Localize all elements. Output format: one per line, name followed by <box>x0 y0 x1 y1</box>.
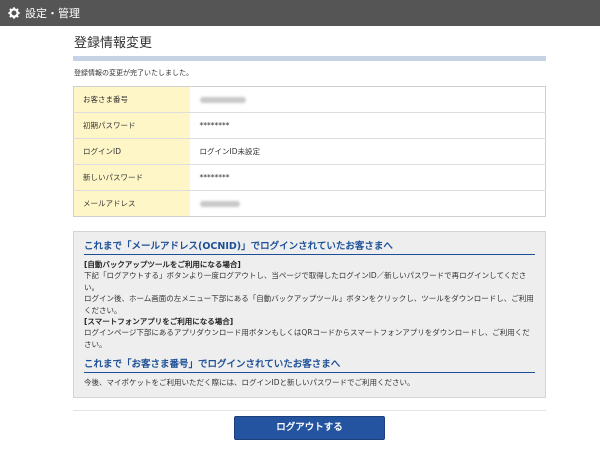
row-label-login-id: ログインID <box>73 138 190 165</box>
help-text-smartphone: ログインページ下部にあるアプリダウンロード用ボタンもしくはQRコードからスマート… <box>84 328 530 349</box>
table-row: ログインID ログインID未設定 <box>73 138 546 165</box>
help-heading-ocnid: これまで「メールアドレス(OCNID)」でログインされていたお客さまへ <box>84 238 535 255</box>
row-label-email: メールアドレス <box>73 190 190 217</box>
table-row: 新しいパスワード ******** <box>73 164 546 191</box>
help-heading-customer-number: これまで「お客さま番号」でログインされていたお客さまへ <box>84 356 535 373</box>
row-value-customer-number <box>189 86 546 113</box>
row-value-login-id: ログインID未設定 <box>189 138 546 165</box>
table-row: メールアドレス <box>73 190 546 217</box>
main-content: 登録情報変更 登録情報の変更が完了いたしました。 お客さま番号 初期パスワード … <box>73 32 546 411</box>
row-label-customer-number: お客さま番号 <box>73 86 190 113</box>
table-row: お客さま番号 <box>73 86 546 113</box>
row-value-email <box>190 191 546 217</box>
top-bar-title: 設定・管理 <box>25 7 80 20</box>
help-text-relogin: 下記「ログアウトする」ボタンより一度ログアウトし、当ページで取得したログインID… <box>84 271 527 292</box>
row-label-initial-password: 初期パスワード <box>73 112 190 139</box>
title-divider <box>73 56 546 61</box>
help-subheading-backup: [自動バックアップツールをご利用になる場合] <box>84 260 241 269</box>
gear-icon <box>8 7 20 19</box>
top-bar: 設定・管理 <box>0 0 600 26</box>
row-value-new-password: ******** <box>189 164 546 191</box>
row-label-new-password: 新しいパスワード <box>73 164 190 191</box>
help-text-future-login: 今後、マイポケットをご利用いただく際には、ログインIDと新しいパスワードでご利用… <box>84 378 415 387</box>
section-divider <box>73 409 546 411</box>
masked-value <box>199 201 240 207</box>
completion-notice: 登録情報の変更が完了いたしました。 <box>74 69 193 77</box>
row-value-initial-password: ******** <box>189 112 546 139</box>
account-info-table: お客さま番号 初期パスワード ******** ログインID ログインID未設定… <box>73 86 546 217</box>
help-text-backup-tool: ログイン後、ホーム画面の左メニュー下部にある「自動バックアップツール」ボタンをク… <box>84 294 534 315</box>
help-subheading-smartphone: [スマートフォンアプリをご利用になる場合] <box>84 317 234 326</box>
page-title: 登録情報変更 <box>74 36 153 51</box>
masked-value <box>199 97 246 103</box>
logout-button[interactable]: ログアウトする <box>234 416 385 440</box>
help-box: これまで「メールアドレス(OCNID)」でログインされていたお客さまへ [自動バ… <box>73 231 546 398</box>
table-row: 初期パスワード ******** <box>73 112 546 139</box>
